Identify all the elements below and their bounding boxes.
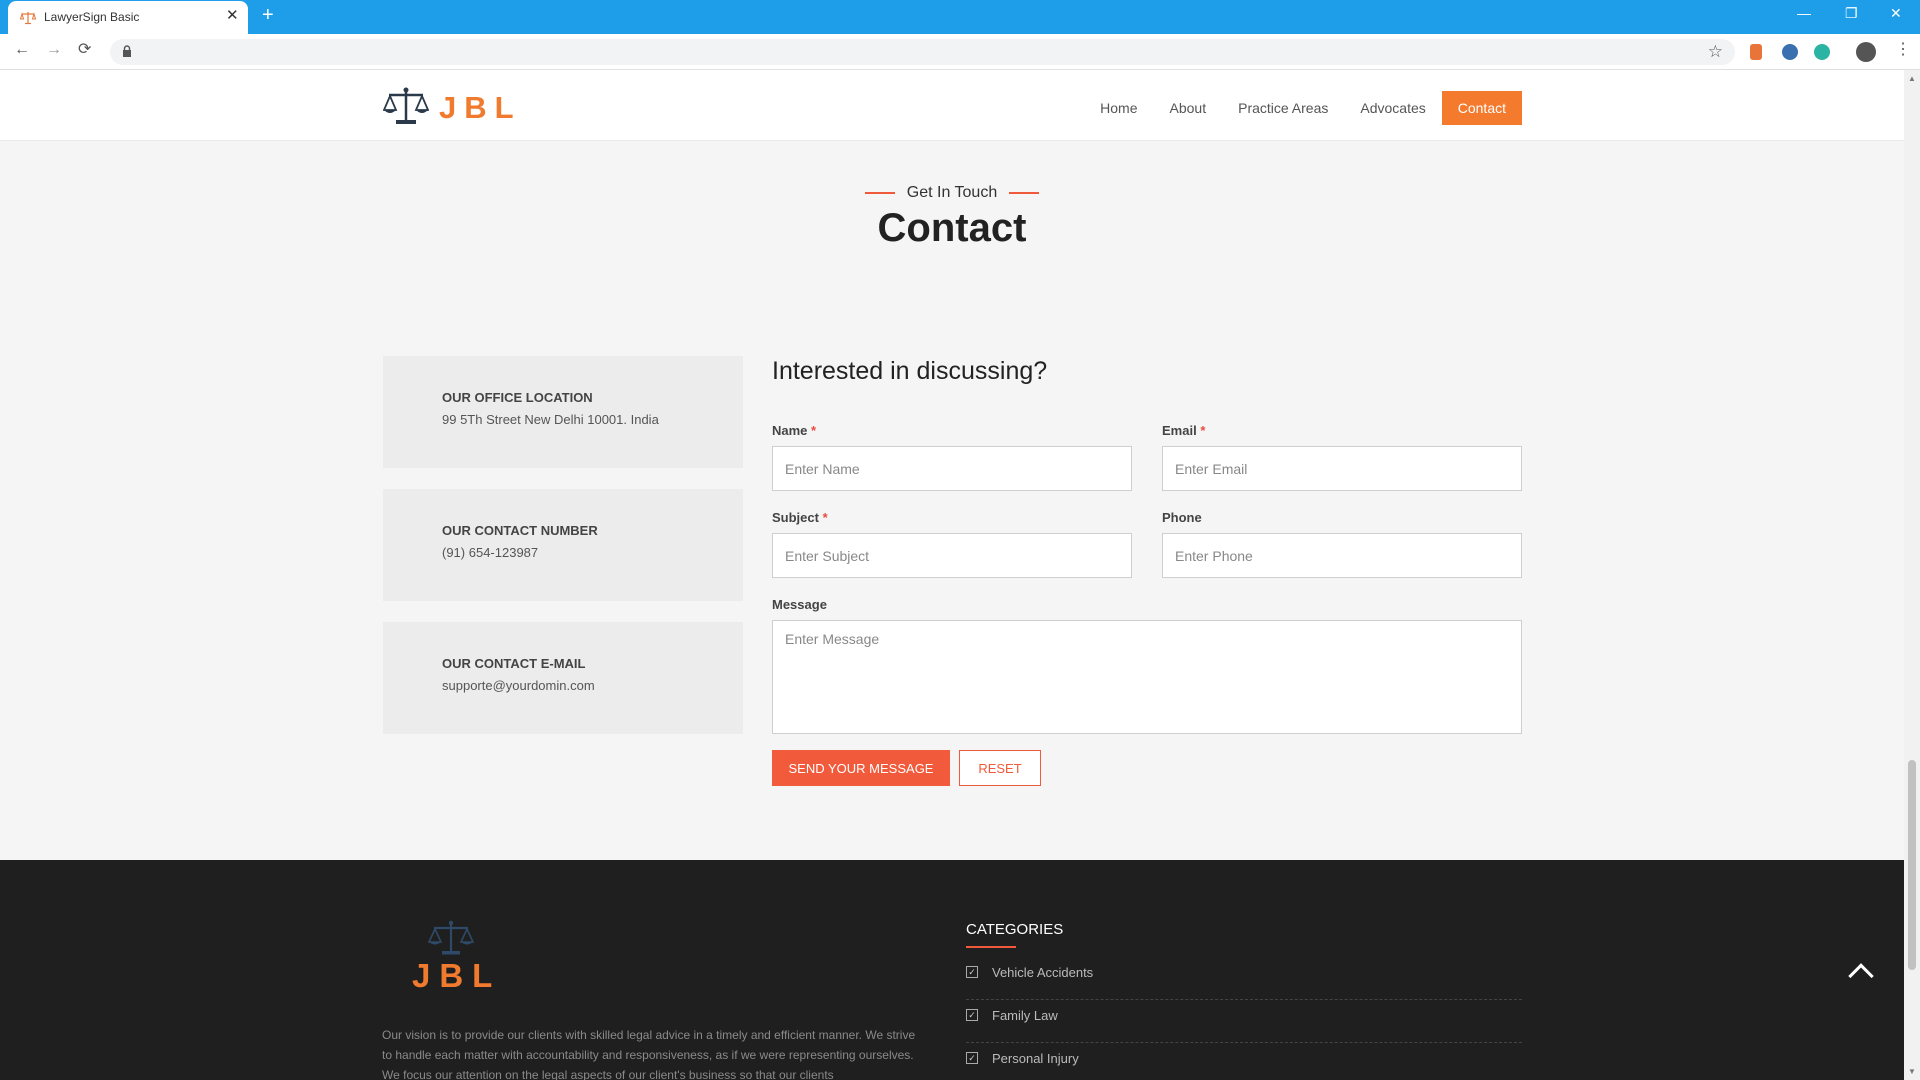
phone-input[interactable] — [1162, 533, 1522, 578]
back-icon[interactable]: ← — [14, 42, 30, 58]
card-label: OUR CONTACT NUMBER — [442, 523, 598, 538]
tab-title: LawyerSign Basic — [44, 10, 140, 24]
scales-of-justice-icon — [383, 87, 429, 124]
window-close-icon[interactable]: ✕ — [1890, 6, 1902, 20]
card-value: supporte@yourdomin.com — [442, 678, 595, 693]
profile-avatar-icon[interactable] — [1856, 42, 1876, 62]
extension-icon[interactable] — [1814, 44, 1830, 60]
card-label: OUR OFFICE LOCATION — [442, 390, 593, 405]
phone-label-text: Phone — [1162, 510, 1202, 525]
chevron-up-icon — [1848, 963, 1874, 989]
browser-tab-bar: LawyerSign Basic ✕ + — ❐ ✕ — [0, 0, 1920, 34]
category-label[interactable]: Family Law — [992, 1008, 1058, 1023]
nav-about[interactable]: About — [1154, 90, 1223, 126]
category-label[interactable]: Personal Injury — [992, 1051, 1079, 1066]
browser-menu-icon[interactable]: ⋮ — [1895, 42, 1911, 58]
required-marker: * — [811, 423, 817, 438]
email-label: Email * — [1162, 423, 1205, 438]
new-tab-icon[interactable]: + — [262, 5, 274, 25]
required-marker: * — [822, 510, 828, 525]
nav-advocates[interactable]: Advocates — [1344, 90, 1441, 126]
card-value: 99 5Th Street New Delhi 10001. India — [442, 412, 659, 427]
name-label: Name * — [772, 423, 816, 438]
category-item[interactable]: ✓ Vehicle Accidents — [966, 957, 1522, 1000]
send-message-button[interactable]: SEND YOUR MESSAGE — [772, 750, 950, 786]
browser-toolbar: ← → ⟳ ☆ ⋮ — [0, 34, 1920, 70]
extension-icon[interactable] — [1782, 44, 1798, 60]
eyebrow-line-right — [1009, 191, 1040, 194]
name-input[interactable] — [772, 446, 1132, 491]
nav-contact[interactable]: Contact — [1441, 91, 1522, 125]
main-nav: Home About Practice Areas Advocates Cont… — [1084, 90, 1522, 126]
scroll-up-icon[interactable]: ▲ — [1908, 74, 1916, 83]
checkbox-icon: ✓ — [966, 1052, 978, 1064]
form-title: Interested in discussing? — [772, 357, 1048, 385]
card-value: (91) 654-123987 — [442, 545, 539, 560]
reload-icon[interactable]: ⟳ — [78, 42, 91, 58]
office-location-card: OUR OFFICE LOCATION 99 5Th Street New De… — [383, 356, 743, 468]
name-label-text: Name — [772, 423, 808, 438]
tab-close-icon[interactable]: ✕ — [226, 8, 239, 23]
page-title: Contact — [877, 206, 1027, 250]
scroll-down-icon[interactable]: ▼ — [1908, 1067, 1916, 1076]
category-item[interactable]: ✓ Personal Injury — [966, 1043, 1522, 1080]
site-header: JBL Home About Practice Areas Advocates … — [0, 70, 1904, 141]
restore-icon[interactable]: ❐ — [1845, 6, 1858, 20]
scales-of-justice-icon — [428, 920, 474, 955]
message-textarea[interactable] — [772, 620, 1522, 734]
email-input[interactable] — [1162, 446, 1522, 491]
subject-input[interactable] — [772, 533, 1132, 578]
eyebrow-line-left — [864, 191, 895, 194]
forward-icon[interactable]: → — [46, 42, 62, 58]
site-footer: JBL Our vision is to provide our clients… — [0, 860, 1904, 1080]
bookmark-star-icon[interactable]: ☆ — [1708, 42, 1723, 62]
page-viewport: JBL Home About Practice Areas Advocates … — [0, 70, 1904, 1080]
section-eyebrow: Get In Touch — [0, 184, 1904, 202]
contact-email-card: OUR CONTACT E-MAIL supporte@yourdomin.co… — [383, 622, 743, 734]
category-item[interactable]: ✓ Family Law — [966, 1000, 1522, 1043]
nav-home[interactable]: Home — [1084, 90, 1153, 126]
logo-text: JBL — [439, 90, 522, 125]
checkbox-icon: ✓ — [966, 1009, 978, 1021]
page-scrollbar[interactable]: ▲ ▼ — [1904, 70, 1920, 1080]
subject-label-text: Subject — [772, 510, 819, 525]
eyebrow-text: Get In Touch — [906, 184, 998, 201]
nav-practice-areas[interactable]: Practice Areas — [1222, 90, 1344, 126]
footer-about-text: Our vision is to provide our clients wit… — [382, 1028, 916, 1080]
required-marker: * — [1200, 423, 1206, 438]
checkbox-icon: ✓ — [966, 966, 978, 978]
extension-icon[interactable] — [1750, 44, 1762, 60]
contact-number-card: OUR CONTACT NUMBER (91) 654-123987 — [383, 489, 743, 601]
categories-title: CATEGORIES — [966, 921, 1064, 938]
scales-icon — [20, 12, 36, 25]
minimize-icon[interactable]: — — [1797, 6, 1811, 20]
address-bar[interactable]: ☆ — [110, 39, 1735, 65]
message-label-text: Message — [772, 597, 827, 612]
subject-label: Subject * — [772, 510, 828, 525]
browser-tab[interactable]: LawyerSign Basic ✕ — [8, 1, 248, 34]
lock-icon — [123, 45, 131, 57]
phone-label: Phone — [1162, 510, 1202, 525]
email-label-text: Email — [1162, 423, 1197, 438]
reset-button[interactable]: RESET — [959, 750, 1041, 786]
categories-underline — [966, 946, 1016, 948]
scrollbar-thumb[interactable] — [1908, 760, 1916, 970]
back-to-top-button[interactable] — [1836, 947, 1888, 999]
footer-logo-text: JBL — [412, 957, 502, 994]
category-label[interactable]: Vehicle Accidents — [992, 965, 1093, 980]
message-label: Message — [772, 597, 827, 612]
card-label: OUR CONTACT E-MAIL — [442, 656, 586, 671]
